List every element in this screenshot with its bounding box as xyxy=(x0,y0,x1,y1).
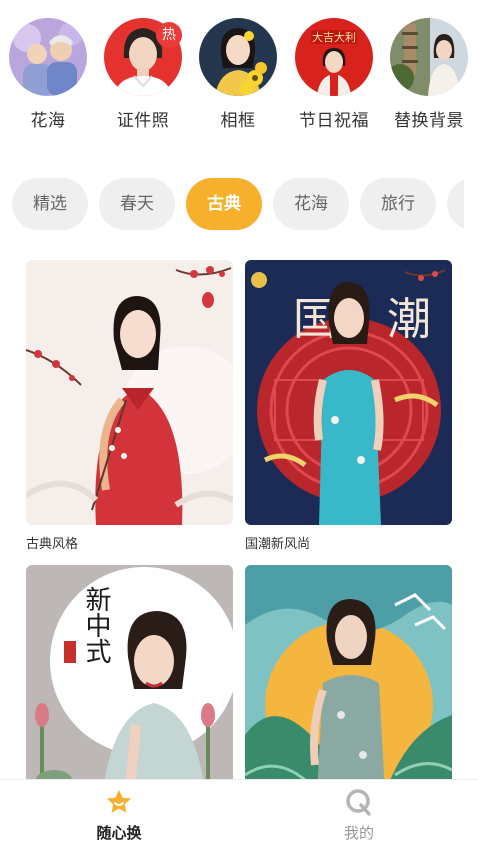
template-card[interactable]: 国潮 国潮新风尚 xyxy=(245,260,452,552)
feature-label: 节日祝福 xyxy=(299,111,369,131)
tab-jingxuan[interactable]: 精选 xyxy=(12,178,88,230)
tab-more-partial[interactable] xyxy=(447,178,464,230)
classical-red-dress-image xyxy=(26,260,233,525)
hot-badge: 热 xyxy=(156,22,182,48)
greeting-art-text: 大吉大利 xyxy=(312,30,356,44)
tab-lvxing[interactable]: 旅行 xyxy=(360,178,436,230)
template-card[interactable]: 古典风格 xyxy=(26,260,233,552)
category-tabs: 精选 春天 古典 花海 旅行 xyxy=(12,178,464,230)
flower-portrait-thumbnail xyxy=(9,18,87,96)
card-caption: 国潮新风尚 xyxy=(245,537,311,552)
new-chinese-art-text: 新中式 xyxy=(81,586,111,664)
feature-label: 证件照 xyxy=(116,111,170,131)
tab-chuntian[interactable]: 春天 xyxy=(99,178,175,230)
feature-label: 相框 xyxy=(220,111,256,131)
nav-suixinhuan[interactable]: 随心换 xyxy=(79,788,159,843)
tab-huahai[interactable]: 花海 xyxy=(273,178,349,230)
photo-frame-portrait-thumbnail xyxy=(199,18,277,96)
feature-flower-sea[interactable]: 花海 xyxy=(3,18,93,131)
feature-id-photo[interactable]: 热 证件照 xyxy=(98,18,188,131)
nav-label: 随心换 xyxy=(96,824,142,842)
guochao-art-text: 国潮 xyxy=(293,294,452,345)
card-caption: 古典风格 xyxy=(26,537,79,552)
feature-label: 替换背景 xyxy=(394,111,464,131)
nav-wode[interactable]: 我的 xyxy=(319,788,399,843)
bottom-navigation: 随心换 我的 xyxy=(0,779,478,850)
feature-photo-frame[interactable]: 相框 xyxy=(193,18,283,131)
profile-q-icon xyxy=(345,788,373,816)
star-face-icon xyxy=(105,788,133,816)
background-replace-portrait-thumbnail xyxy=(390,18,468,96)
feature-replace-background[interactable]: 替换背景 xyxy=(384,18,474,131)
nav-label: 我的 xyxy=(343,824,374,842)
feature-row: 花海 热 证件照 相框 大吉大利 节日祝福 替换背景 xyxy=(0,18,478,138)
feature-holiday-greeting[interactable]: 大吉大利 节日祝福 xyxy=(289,18,379,131)
guochao-blue-qipao-image: 国潮 xyxy=(245,260,452,525)
feature-label: 花海 xyxy=(30,111,66,131)
tab-gudian[interactable]: 古典 xyxy=(186,178,262,230)
holiday-greeting-portrait-thumbnail: 大吉大利 xyxy=(295,18,373,96)
